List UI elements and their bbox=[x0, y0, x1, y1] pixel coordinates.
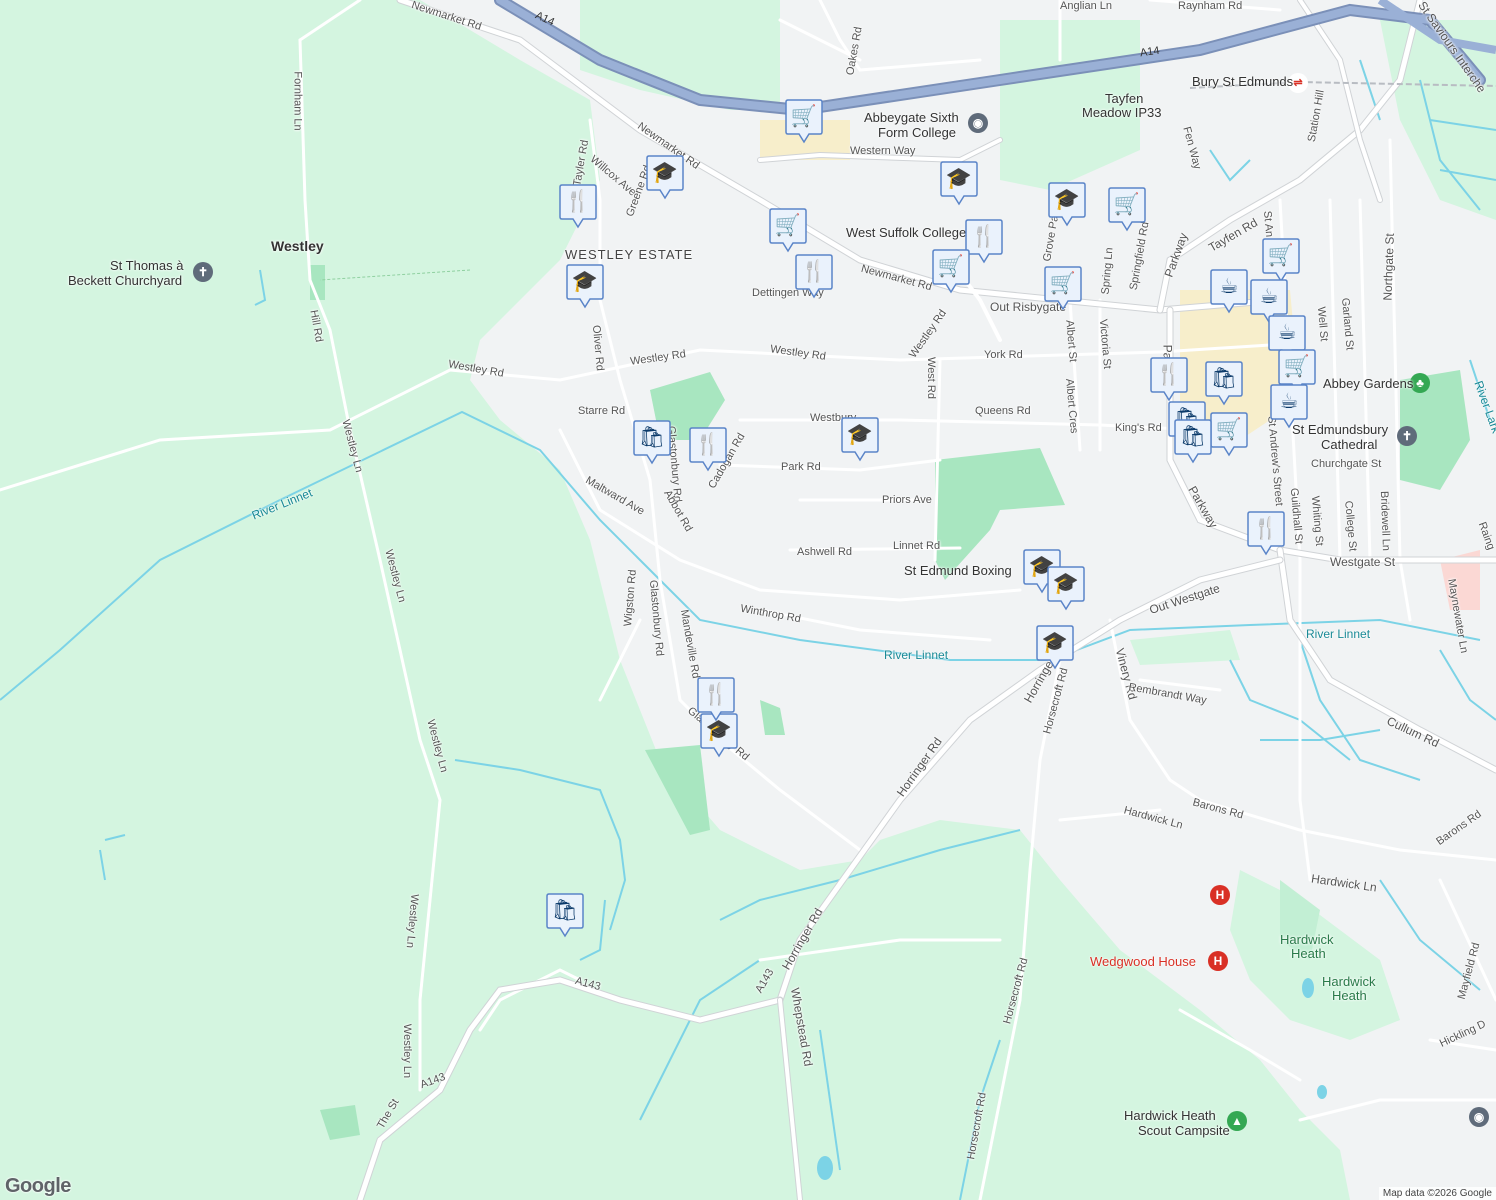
restaurant-icon: 🍴 bbox=[564, 189, 592, 213]
cafe-marker[interactable]: ☕ bbox=[1210, 268, 1248, 314]
shopping-cart-icon: 🛒 bbox=[1283, 354, 1311, 378]
restaurant-marker[interactable]: 🍴 bbox=[1247, 510, 1285, 556]
shopping-cart-icon: 🛒 bbox=[1267, 243, 1295, 267]
shopping-bag-marker[interactable]: 🛍 bbox=[633, 419, 671, 465]
shopping-cart-marker[interactable]: 🛒 bbox=[785, 98, 823, 144]
map-base-layer bbox=[0, 0, 1496, 1200]
map-attribution: Map data ©2026 Google bbox=[1378, 1187, 1496, 1200]
google-logo: Google bbox=[5, 1175, 71, 1197]
restaurant-icon: 🍴 bbox=[800, 259, 828, 283]
campsite-icon[interactable]: ▲ bbox=[1227, 1111, 1247, 1131]
school-icon: 🎓 bbox=[571, 269, 599, 293]
school-marker[interactable]: 🎓 bbox=[646, 154, 684, 200]
cathedral-icon[interactable]: ✝ bbox=[1397, 426, 1417, 446]
shopping-cart-icon: 🛒 bbox=[790, 104, 818, 128]
restaurant-icon: 🍴 bbox=[1155, 362, 1183, 386]
restaurant-marker[interactable]: 🍴 bbox=[1150, 356, 1188, 402]
shopping-cart-icon: 🛒 bbox=[1215, 417, 1243, 441]
shopping-cart-marker[interactable]: 🛒 bbox=[932, 248, 970, 294]
restaurant-icon: 🍴 bbox=[694, 432, 722, 456]
cafe-marker[interactable]: ☕ bbox=[1270, 383, 1308, 429]
shopping-cart-marker[interactable]: 🛒 bbox=[1262, 237, 1300, 283]
restaurant-marker[interactable]: 🍴 bbox=[795, 253, 833, 299]
school-marker[interactable]: 🎓 bbox=[940, 160, 978, 206]
shopping-bag-icon: 🛍 bbox=[551, 898, 579, 922]
restaurant-icon: 🍴 bbox=[1252, 516, 1280, 540]
cafe-icon: ☕ bbox=[1219, 274, 1239, 298]
restaurant-marker[interactable]: 🍴 bbox=[689, 426, 727, 472]
shopping-bag-icon: 🛍 bbox=[1210, 366, 1238, 390]
shopping-cart-marker[interactable]: 🛒 bbox=[769, 207, 807, 253]
shopping-cart-marker[interactable]: 🛒 bbox=[1108, 186, 1146, 232]
map-canvas[interactable]: ✝ ◉ ♣ ✝ H H ▲ ◉ ⇌ Westley WESTLEY ESTATE… bbox=[0, 0, 1496, 1200]
school-marker[interactable]: 🎓 bbox=[841, 416, 879, 462]
school-marker[interactable]: 🎓 bbox=[1047, 565, 1085, 611]
church-icon[interactable]: ✝ bbox=[193, 262, 213, 282]
school-marker[interactable]: 🎓 bbox=[1036, 624, 1074, 670]
school-icon: 🎓 bbox=[1053, 187, 1081, 211]
school-icon: 🎓 bbox=[1041, 630, 1069, 654]
shopping-cart-icon: 🛒 bbox=[937, 254, 965, 278]
restaurant-marker[interactable]: 🍴 bbox=[559, 183, 597, 229]
school-icon: 🎓 bbox=[945, 166, 973, 190]
shopping-cart-icon: 🛒 bbox=[774, 213, 802, 237]
park-icon[interactable]: ♣ bbox=[1410, 373, 1430, 393]
school-marker[interactable]: 🎓 bbox=[566, 263, 604, 309]
shopping-bag-marker[interactable]: 🛍 bbox=[546, 892, 584, 938]
school-icon: 🎓 bbox=[846, 422, 874, 446]
school-icon: 🎓 bbox=[1052, 571, 1080, 595]
shopping-cart-icon: 🛒 bbox=[1049, 271, 1077, 295]
shopping-cart-marker[interactable]: 🛒 bbox=[1044, 265, 1082, 311]
school-poi-icon[interactable]: ◉ bbox=[1469, 1107, 1489, 1127]
shopping-cart-marker[interactable]: 🛒 bbox=[1210, 411, 1248, 457]
shopping-bag-icon: 🛍 bbox=[1179, 424, 1207, 448]
restaurant-marker[interactable]: 🍴 bbox=[965, 218, 1003, 264]
college-icon[interactable]: ◉ bbox=[968, 113, 988, 133]
shopping-bag-marker[interactable]: 🛍 bbox=[1205, 360, 1243, 406]
shopping-cart-icon: 🛒 bbox=[1113, 192, 1141, 216]
cafe-icon: ☕ bbox=[1259, 284, 1279, 308]
restaurant-icon: 🍴 bbox=[702, 682, 730, 706]
hospital-icon[interactable]: H bbox=[1208, 951, 1228, 971]
cafe-icon: ☕ bbox=[1277, 320, 1297, 344]
cafe-icon: ☕ bbox=[1279, 389, 1299, 413]
hospital-icon[interactable]: H bbox=[1210, 885, 1230, 905]
school-icon: 🎓 bbox=[651, 160, 679, 184]
shopping-bag-marker[interactable]: 🛍 bbox=[1174, 418, 1212, 464]
train-station-icon[interactable]: ⇌ bbox=[1288, 73, 1308, 93]
restaurant-marker[interactable]: 🍴 bbox=[697, 676, 735, 722]
school-marker[interactable]: 🎓 bbox=[1048, 181, 1086, 227]
restaurant-icon: 🍴 bbox=[970, 224, 998, 248]
shopping-bag-icon: 🛍 bbox=[638, 425, 666, 449]
